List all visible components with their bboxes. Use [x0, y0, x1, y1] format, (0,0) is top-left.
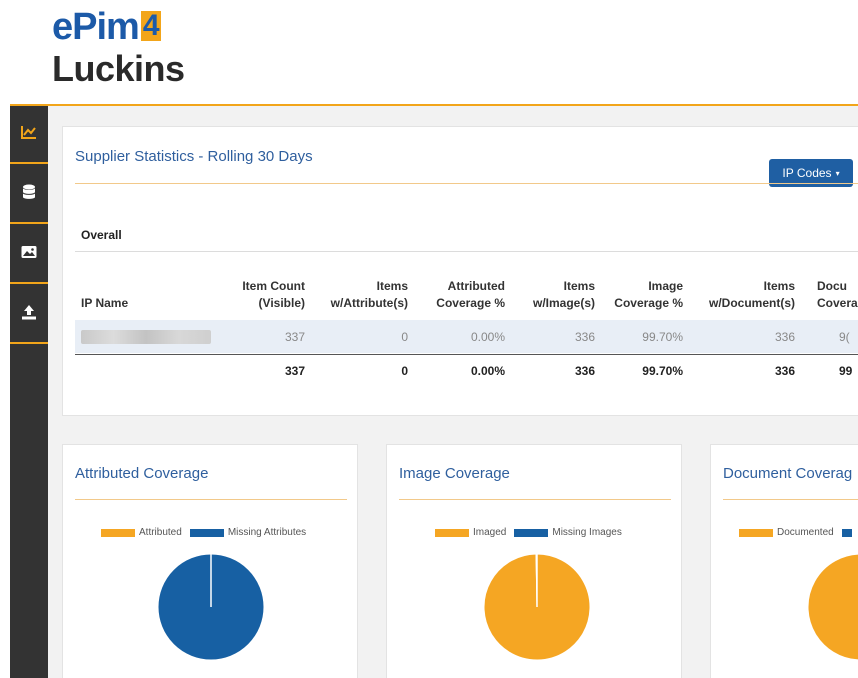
- total-attributed-coverage: 0.00%: [470, 364, 505, 378]
- legend-label-missing-images: Missing Images: [552, 527, 622, 538]
- total-items-images: 336: [574, 364, 595, 378]
- header-document-coverage[interactable]: Docu Covera: [817, 278, 858, 312]
- header-item-count[interactable]: Item Count (Visible): [213, 278, 305, 312]
- brand-logo: ePim 4 Luckins: [52, 4, 222, 92]
- database-icon: [20, 183, 38, 206]
- attributed-coverage-pie: [157, 553, 265, 661]
- header-items-img-l2: w/Image(s): [532, 296, 595, 310]
- logo-text-luckins: Luckins: [52, 48, 185, 89]
- cell-attributed-coverage: 0.00%: [470, 330, 505, 344]
- caret-down-icon: ▾: [835, 168, 840, 178]
- ip-name-redacted: [81, 330, 211, 344]
- sidebar-item-data[interactable]: [10, 166, 48, 224]
- logo-epim: ePim 4: [52, 6, 161, 49]
- sidebar-item-images[interactable]: [10, 226, 48, 284]
- ip-codes-label: IP Codes: [782, 166, 832, 180]
- header-items-attr-l1: Items: [376, 279, 408, 293]
- document-coverage-title: Document Coverag: [723, 465, 853, 482]
- header-img-cov-l2: Coverage %: [614, 296, 683, 310]
- legend-swatch-missing-attributes: [189, 528, 224, 537]
- supplier-statistics-panel: Supplier Statistics - Rolling 30 Days IP…: [62, 126, 858, 416]
- header-items-attributes[interactable]: Items w/Attribute(s): [308, 278, 408, 312]
- attributed-coverage-divider: [75, 499, 347, 500]
- legend-label-imaged: Imaged: [473, 527, 507, 538]
- header-item-count-l2: (Visible): [258, 296, 305, 310]
- attributed-legend: Attributed Missing Attributes: [101, 527, 306, 538]
- image-legend: Imaged Missing Images: [435, 527, 622, 538]
- header-items-doc-l2: w/Document(s): [708, 296, 795, 310]
- cell-items-documents: 336: [774, 330, 795, 344]
- legend-swatch-imaged: [435, 528, 469, 537]
- cell-document-coverage: 9(: [839, 330, 850, 344]
- document-coverage-pie: [807, 553, 858, 661]
- header-items-doc-l1: Items: [763, 279, 795, 293]
- header-ip-name[interactable]: IP Name: [81, 295, 128, 312]
- legend-label-attributed: Attributed: [139, 527, 182, 538]
- image-coverage-pie: [483, 553, 591, 661]
- total-item-count: 337: [284, 364, 305, 378]
- header-attr-cov-l2: Coverage %: [436, 296, 505, 310]
- sidebar-item-upload[interactable]: [10, 286, 48, 344]
- image-coverage-title: Image Coverage: [399, 465, 510, 482]
- header-doc-cov-l2: Covera: [817, 296, 858, 310]
- header-items-images[interactable]: Items w/Image(s): [509, 278, 595, 312]
- image-icon: [20, 243, 38, 266]
- header-img-cov-l1: Image: [648, 279, 683, 293]
- main-content: Supplier Statistics - Rolling 30 Days IP…: [48, 106, 858, 678]
- upload-icon: [20, 303, 38, 326]
- legend-swatch-attributed: [101, 528, 135, 537]
- total-items-documents: 336: [774, 364, 795, 378]
- total-document-coverage: 99: [839, 364, 853, 378]
- header-item-count-l1: Item Count: [242, 279, 305, 293]
- header-attributed-coverage[interactable]: Attributed Coverage %: [413, 278, 505, 312]
- image-coverage-divider: [399, 499, 671, 500]
- legend-label-documented: Documented: [777, 527, 834, 538]
- legend-label-missing-attributes: Missing Attributes: [227, 527, 307, 538]
- document-coverage-panel: Document Coverag Documented: [710, 444, 858, 678]
- panel-title: Supplier Statistics - Rolling 30 Days: [75, 148, 313, 165]
- cell-items-images: 336: [574, 330, 595, 344]
- header-items-attr-l2: w/Attribute(s): [330, 296, 408, 310]
- image-coverage-panel: Image Coverage Imaged Missing Images: [386, 444, 682, 678]
- header-items-img-l1: Items: [563, 279, 595, 293]
- chart-icon: [20, 123, 38, 146]
- cell-item-count: 337: [284, 330, 305, 344]
- total-items-attributes: 0: [401, 364, 408, 378]
- totals-divider: [75, 354, 858, 355]
- sidebar-item-statistics[interactable]: [10, 106, 48, 164]
- legend-swatch-missing-images: [514, 528, 549, 537]
- document-legend: Documented: [739, 527, 856, 538]
- pie-slice-documented: [807, 553, 858, 661]
- attributed-coverage-panel: Attributed Coverage Attributed Missing A…: [62, 444, 358, 678]
- cell-image-coverage: 99.70%: [642, 330, 683, 344]
- header-doc-cov-l1: Docu: [817, 279, 847, 293]
- sidebar: [10, 106, 48, 678]
- header-attr-cov-l1: Attributed: [447, 279, 505, 293]
- header-items-documents[interactable]: Items w/Document(s): [687, 278, 795, 312]
- overall-heading: Overall: [81, 228, 122, 242]
- panel-divider: [75, 183, 858, 184]
- logo-four: 4: [140, 9, 161, 42]
- legend-swatch-documented: [739, 528, 773, 537]
- logo-text-epim: ePim: [52, 6, 140, 48]
- total-image-coverage: 99.70%: [642, 364, 683, 378]
- header-image-coverage[interactable]: Image Coverage %: [599, 278, 683, 312]
- document-coverage-divider: [723, 499, 858, 500]
- cell-items-attributes: 0: [401, 330, 408, 344]
- table-divider: [75, 251, 858, 252]
- legend-swatch-missing-documents: [841, 528, 852, 537]
- attributed-coverage-title: Attributed Coverage: [75, 465, 209, 482]
